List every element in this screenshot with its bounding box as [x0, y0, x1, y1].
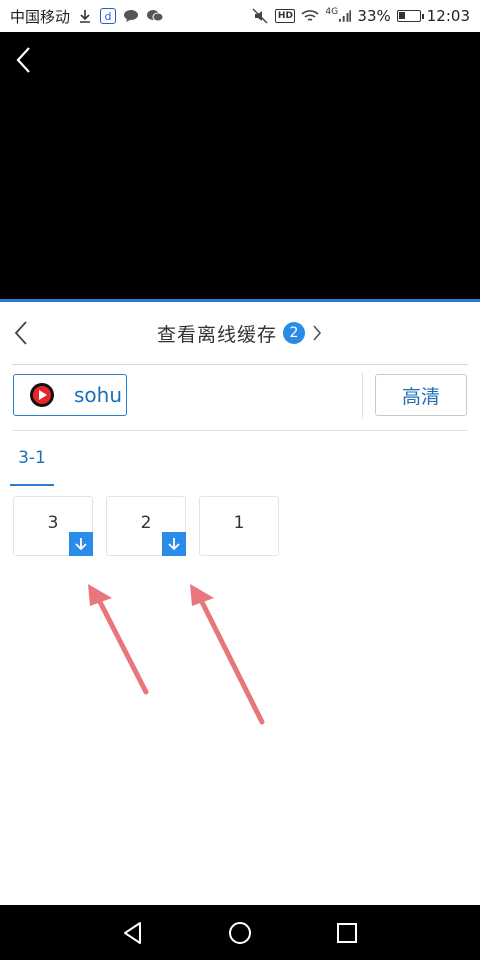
carrier-label: 中国移动: [10, 7, 71, 26]
app-notification-icon: d: [100, 8, 117, 24]
message-icon: [122, 7, 140, 25]
vertical-divider: [362, 372, 363, 418]
episode-button-3[interactable]: 3: [13, 496, 93, 556]
episode-number: 3: [47, 513, 59, 533]
nav-back-button[interactable]: [113, 913, 153, 953]
panel-title[interactable]: 查看离线缓存: [157, 320, 277, 347]
nav-recents-button[interactable]: [327, 913, 367, 953]
chevron-right-icon[interactable]: [311, 324, 323, 342]
battery-level: [398, 12, 405, 19]
status-bar-right: HD 4G 33% 12:03: [251, 7, 470, 25]
episode-button-1[interactable]: 1: [199, 496, 279, 556]
divider: [12, 430, 468, 431]
signal-icon: 4G: [325, 7, 352, 25]
circle-home-icon: [228, 921, 251, 944]
back-arrow-icon[interactable]: [14, 46, 34, 74]
status-bar: 中国移动 d HD 4G 33% 12:03: [0, 0, 480, 32]
nav-home-button[interactable]: [220, 913, 260, 953]
battery-icon: [396, 10, 424, 22]
downloaded-icon: [162, 532, 186, 556]
wechat-icon: [146, 7, 164, 25]
source-label: sohu: [74, 383, 123, 407]
sohu-logo-icon: [30, 383, 54, 407]
triangle-back-icon: [124, 921, 142, 944]
wifi-icon: [301, 7, 319, 25]
mute-icon: [251, 7, 269, 25]
episode-number: 2: [140, 513, 152, 533]
square-recents-icon: [336, 922, 357, 943]
divider: [12, 364, 468, 365]
panel-back-icon[interactable]: [12, 320, 30, 346]
cache-count-badge: 2: [283, 322, 305, 344]
download-icon: [76, 7, 94, 25]
clock: 12:03: [426, 7, 470, 25]
system-nav-bar: [0, 905, 480, 960]
tab-active-underline: [10, 484, 54, 486]
annotation-arrow-icon: [88, 584, 149, 695]
quality-button[interactable]: 高清: [375, 374, 467, 416]
offline-cache-header: 查看离线缓存 2: [0, 302, 480, 364]
episode-number: 1: [233, 513, 245, 533]
episode-button-2[interactable]: 2: [106, 496, 186, 556]
battery-percent: 33%: [357, 7, 391, 25]
tab-episode-range[interactable]: 3-1: [10, 448, 54, 486]
downloaded-icon: [69, 532, 93, 556]
screen: 中国移动 d HD 4G 33% 12:03 查看离线缓存 2 sohu 高清 …: [0, 0, 480, 960]
video-player[interactable]: [0, 32, 480, 300]
status-bar-left: 中国移动 d: [10, 6, 164, 27]
hd-icon: HD: [275, 9, 296, 23]
network-type-label: 4G: [325, 7, 339, 17]
source-selector-button[interactable]: sohu: [13, 374, 127, 416]
annotation-arrow-icon: [190, 584, 265, 725]
